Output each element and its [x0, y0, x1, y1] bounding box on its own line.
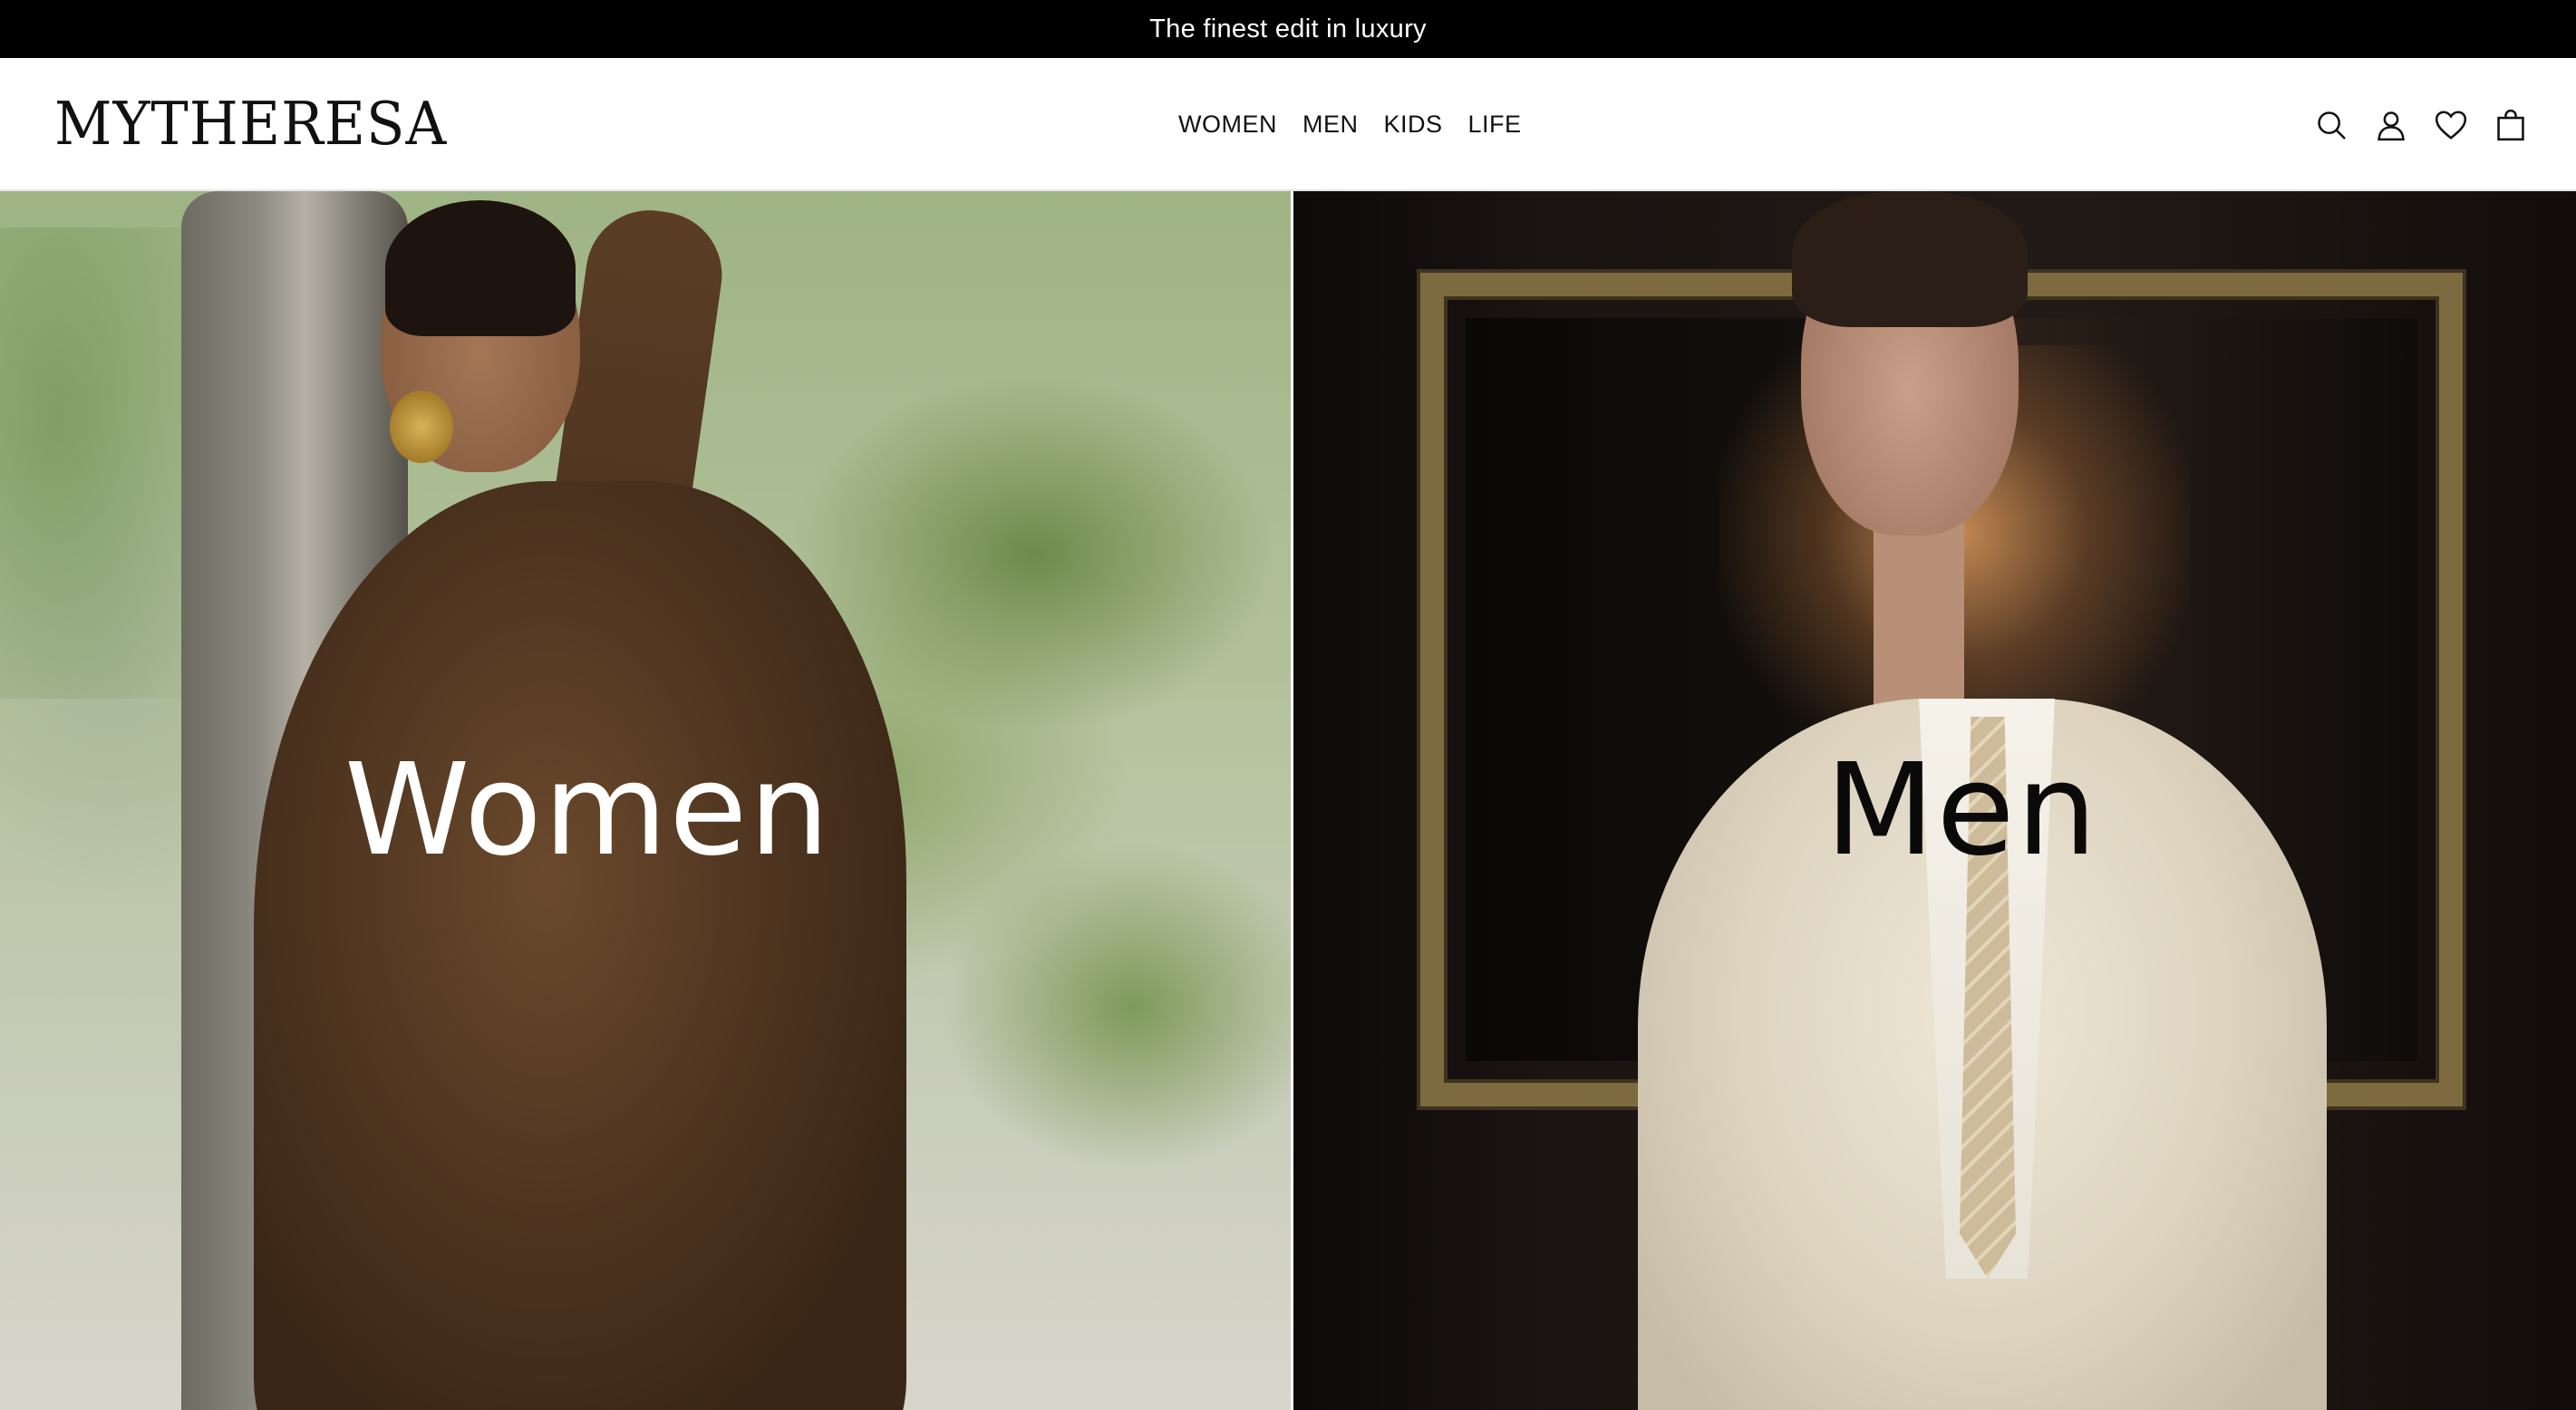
header-icons [2313, 58, 2529, 191]
nav-item-women[interactable]: WOMEN [1178, 111, 1277, 139]
announcement-text: The finest edit in luxury [1149, 14, 1427, 43]
nav-item-kids[interactable]: KIDS [1383, 111, 1442, 139]
wishlist-button[interactable] [2433, 107, 2469, 143]
model-neck [1874, 517, 1964, 717]
nav-item-life[interactable]: LIFE [1468, 111, 1522, 139]
hero-men-panel[interactable]: Men [1293, 191, 2576, 1410]
shopping-bag-icon [2497, 109, 2524, 140]
site-header: MYTHERESA WOMEN MEN KIDS LIFE [0, 58, 2576, 191]
model-hair [385, 200, 576, 336]
hero-women-panel[interactable]: Women [0, 191, 1293, 1410]
palm-foliage [0, 227, 199, 699]
announcement-bar: The finest edit in luxury [0, 0, 2576, 58]
account-icon [2377, 111, 2405, 140]
model-dress [254, 481, 906, 1410]
mytheresa-logo[interactable]: MYTHERESA [54, 91, 447, 158]
search-button[interactable] [2313, 107, 2349, 143]
wishlist-heart-icon [2435, 110, 2467, 140]
search-icon [2318, 111, 2346, 140]
main-nav: WOMEN MEN KIDS LIFE [1178, 58, 1522, 191]
nav-item-men[interactable]: MEN [1303, 111, 1359, 139]
earring [390, 391, 453, 463]
shopping-bag-button[interactable] [2493, 107, 2529, 143]
model-hair [1792, 191, 2028, 327]
account-button[interactable] [2373, 107, 2409, 143]
